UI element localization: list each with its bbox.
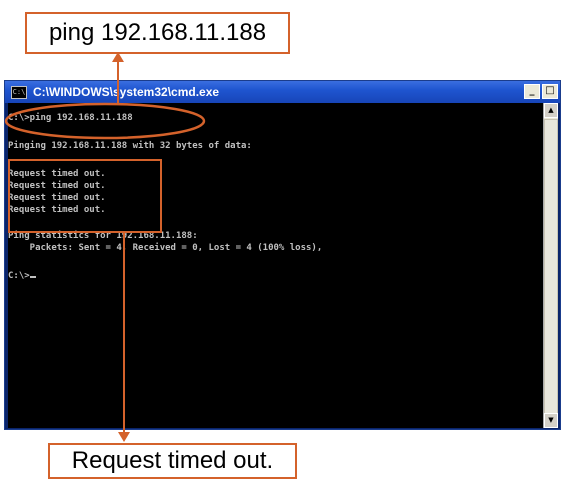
console-line: Ping statistics for 192.168.11.188: [8, 231, 198, 241]
scroll-up-icon[interactable]: ▲ [544, 103, 558, 118]
maximize-button[interactable]: □ [542, 84, 558, 99]
arrow-head-down-icon [118, 432, 130, 442]
console-line: Pinging 192.168.11.188 with 32 bytes of … [8, 141, 252, 151]
cmd-window: C:\ C:\WINDOWS\system32\cmd.exe _ □ C:\>… [4, 80, 561, 430]
callout-request-timed-out: Request timed out. [48, 443, 297, 479]
console-line: Request timed out. [8, 169, 106, 179]
minimize-button[interactable]: _ [524, 84, 540, 99]
console-line: C:\>ping 192.168.11.188 [8, 113, 133, 123]
window-title: C:\WINDOWS\system32\cmd.exe [33, 85, 220, 99]
vertical-scrollbar[interactable]: ▲ ▼ [543, 103, 558, 428]
console-line: Packets: Sent = 4, Received = 0, Lost = … [8, 243, 323, 253]
window-titlebar[interactable]: C:\ C:\WINDOWS\system32\cmd.exe _ □ [5, 81, 560, 103]
cmd-icon: C:\ [11, 85, 27, 99]
callout-ping-command: ping 192.168.11.188 [25, 12, 290, 54]
scrollbar-thumb[interactable] [544, 119, 558, 414]
console-line: Request timed out. [8, 205, 106, 215]
console-output[interactable]: C:\>ping 192.168.11.188 Pinging 192.168.… [8, 103, 543, 428]
scroll-down-icon[interactable]: ▼ [544, 413, 558, 428]
prompt-text: C:\> [8, 271, 30, 281]
window-controls: _ □ [524, 84, 558, 99]
console-line: Request timed out. [8, 181, 106, 191]
console-prompt: C:\> [8, 271, 36, 282]
console-line: Request timed out. [8, 193, 106, 203]
text-cursor [29, 276, 36, 278]
